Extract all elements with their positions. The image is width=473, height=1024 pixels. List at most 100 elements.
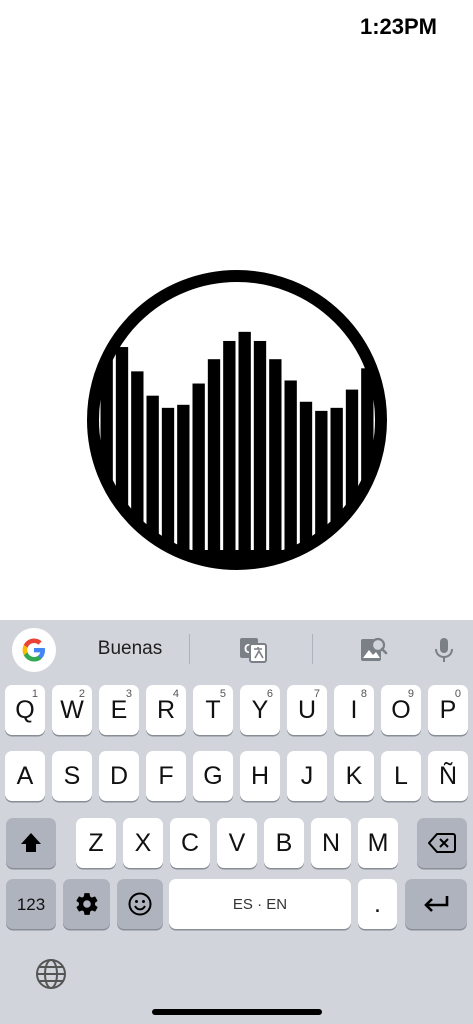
visualizer-bar bbox=[253, 340, 267, 564]
visualizer-bar bbox=[330, 407, 343, 564]
key-label: L bbox=[394, 761, 408, 790]
key-label: Y bbox=[251, 695, 269, 724]
letter-key[interactable]: J bbox=[287, 751, 327, 801]
letter-key[interactable]: I8 bbox=[334, 685, 374, 735]
image-search-icon[interactable] bbox=[357, 634, 389, 666]
letter-key[interactable]: D bbox=[99, 751, 139, 801]
suggestion-word[interactable]: Buenas bbox=[80, 638, 180, 660]
visualizer-bar bbox=[284, 380, 297, 564]
audio-visualizer bbox=[87, 270, 387, 570]
letter-key[interactable]: B bbox=[264, 818, 304, 868]
key-label: P bbox=[439, 695, 457, 724]
letter-key[interactable]: A bbox=[5, 751, 45, 801]
visualizer-bar bbox=[315, 410, 328, 564]
shift-key[interactable] bbox=[6, 818, 56, 868]
letter-key[interactable]: G bbox=[193, 751, 233, 801]
letter-key[interactable]: T5 bbox=[193, 685, 233, 735]
letter-key[interactable]: W2 bbox=[52, 685, 92, 735]
key-label: F bbox=[158, 761, 174, 790]
key-label: J bbox=[300, 761, 314, 790]
period-key[interactable]: . bbox=[358, 879, 397, 929]
letter-key[interactable]: F bbox=[146, 751, 186, 801]
key-label: G bbox=[203, 761, 223, 790]
google-button[interactable] bbox=[12, 628, 56, 672]
return-key[interactable] bbox=[405, 879, 467, 929]
key-label: D bbox=[109, 761, 129, 790]
key-number-hint: 7 bbox=[313, 688, 320, 700]
shift-icon bbox=[21, 833, 41, 852]
key-label: S bbox=[63, 761, 81, 790]
toolbar-divider bbox=[312, 634, 313, 664]
key-label: M bbox=[367, 828, 389, 857]
backspace-key[interactable] bbox=[417, 818, 467, 868]
visualizer-bar bbox=[115, 347, 129, 564]
numbers-key[interactable]: 123 bbox=[6, 879, 56, 929]
letter-key[interactable]: L bbox=[381, 751, 421, 801]
key-label: K bbox=[345, 761, 363, 790]
key-label: O bbox=[391, 695, 411, 724]
key-label: Q bbox=[15, 695, 35, 724]
microphone-icon[interactable] bbox=[428, 634, 460, 666]
visualizer-bar bbox=[131, 371, 144, 564]
period-key-label: . bbox=[374, 889, 381, 918]
translate-icon[interactable]: G bbox=[237, 634, 269, 666]
visualizer-bar bbox=[192, 383, 205, 564]
letter-key[interactable]: R4 bbox=[146, 685, 186, 735]
letter-key[interactable]: N bbox=[311, 818, 351, 868]
visualizer-bar bbox=[238, 331, 251, 564]
space-key-label: ES · EN bbox=[232, 895, 288, 913]
key-label: E bbox=[110, 695, 128, 724]
key-number-hint: 9 bbox=[407, 688, 414, 700]
letter-key[interactable]: P0 bbox=[428, 685, 468, 735]
letter-key[interactable]: M bbox=[358, 818, 398, 868]
key-number-hint: 1 bbox=[31, 688, 38, 700]
letter-key[interactable]: U7 bbox=[287, 685, 327, 735]
settings-key[interactable] bbox=[63, 879, 110, 929]
key-label: N bbox=[321, 828, 341, 857]
space-key[interactable]: ES · EN bbox=[169, 879, 351, 929]
key-label: U bbox=[297, 695, 317, 724]
globe-icon[interactable] bbox=[34, 957, 68, 991]
visualizer-bar bbox=[269, 359, 282, 564]
home-indicator bbox=[152, 1009, 322, 1015]
key-label: Ñ bbox=[438, 761, 458, 790]
emoji-icon bbox=[128, 892, 152, 916]
letter-key[interactable]: V bbox=[217, 818, 257, 868]
key-label: X bbox=[134, 828, 152, 857]
letter-key[interactable]: X bbox=[123, 818, 163, 868]
keyboard: Buenas G Q1W2E3R4T5Y6U7I8O9P0 ASDFGHJKLÑ… bbox=[0, 620, 473, 1024]
key-label: T bbox=[205, 695, 221, 724]
key-number-hint: 2 bbox=[78, 688, 85, 700]
numbers-key-label: 123 bbox=[16, 894, 46, 914]
key-label: C bbox=[180, 828, 200, 857]
key-number-hint: 3 bbox=[125, 688, 132, 700]
letter-key[interactable]: O9 bbox=[381, 685, 421, 735]
return-icon bbox=[424, 896, 449, 912]
letter-key[interactable]: Q1 bbox=[5, 685, 45, 735]
letter-key[interactable]: Ñ bbox=[428, 751, 468, 801]
toolbar-divider bbox=[189, 634, 190, 664]
visualizer-bar bbox=[345, 389, 359, 564]
key-label: B bbox=[275, 828, 293, 857]
key-label: I bbox=[350, 695, 358, 724]
emoji-key[interactable] bbox=[117, 879, 163, 929]
visualizer-bar bbox=[207, 359, 221, 564]
key-label: Z bbox=[88, 828, 104, 857]
key-number-hint: 0 bbox=[454, 688, 461, 700]
key-number-hint: 4 bbox=[172, 688, 179, 700]
key-label: R bbox=[156, 695, 176, 724]
letter-key[interactable]: C bbox=[170, 818, 210, 868]
backspace-icon bbox=[428, 833, 456, 853]
letter-key[interactable]: K bbox=[334, 751, 374, 801]
key-label: H bbox=[250, 761, 270, 790]
letter-key[interactable]: E3 bbox=[99, 685, 139, 735]
visualizer-bar bbox=[223, 340, 236, 564]
letter-key[interactable]: S bbox=[52, 751, 92, 801]
key-label: V bbox=[228, 828, 246, 857]
gear-icon bbox=[75, 893, 98, 915]
letter-key[interactable]: Y6 bbox=[240, 685, 280, 735]
letter-key[interactable]: H bbox=[240, 751, 280, 801]
key-number-hint: 6 bbox=[266, 688, 273, 700]
status-time: 1:23PM bbox=[359, 14, 437, 39]
letter-key[interactable]: Z bbox=[76, 818, 116, 868]
